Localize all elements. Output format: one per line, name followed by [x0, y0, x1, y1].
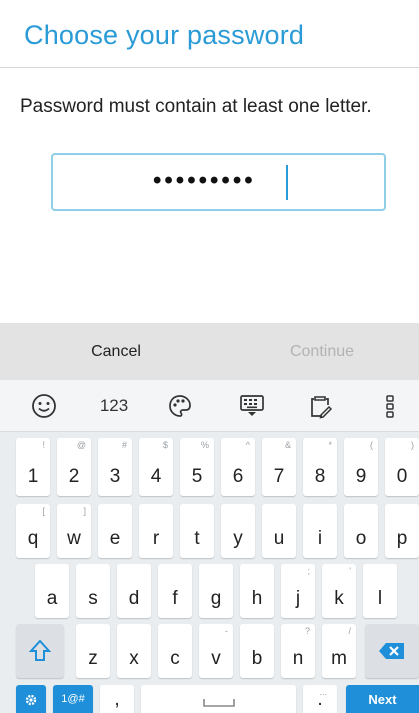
shift-icon [28, 639, 52, 661]
symbols-key[interactable]: 1@# [53, 685, 93, 713]
space-bar-icon [202, 699, 235, 707]
key-w[interactable]: ] w [57, 504, 91, 558]
key-5[interactable]: % 5 [180, 438, 214, 496]
more-options-icon[interactable] [370, 390, 410, 422]
keyboard-toolbar: 123 [0, 380, 419, 432]
key-g[interactable]: g [199, 564, 233, 618]
key-t[interactable]: t [180, 504, 214, 558]
comma-key[interactable]: , [100, 685, 134, 713]
cancel-button[interactable]: Cancel [56, 323, 176, 380]
backspace-icon [379, 643, 404, 659]
key-v[interactable]: -v [199, 624, 233, 678]
palette-icon[interactable] [160, 390, 200, 422]
page-title: Choose your password [24, 20, 305, 50]
key-m[interactable]: / m [322, 624, 356, 678]
key-f[interactable]: f [158, 564, 192, 618]
key-k[interactable]: ' k [322, 564, 356, 618]
space-key[interactable] [141, 685, 296, 713]
next-key[interactable]: Next [346, 685, 419, 713]
key-8[interactable]: * 8 [303, 438, 337, 496]
shift-key[interactable] [16, 624, 64, 678]
key-7[interactable]: & 7 [262, 438, 296, 496]
key-x[interactable]: x [117, 624, 151, 678]
key-j[interactable]: ; j [281, 564, 315, 618]
key-u[interactable]: u [262, 504, 296, 558]
key-y[interactable]: y [221, 504, 255, 558]
continue-button[interactable]: Continue [262, 323, 382, 380]
clipboard-icon[interactable] [300, 390, 340, 422]
key-b[interactable]: b [240, 624, 274, 678]
backspace-key[interactable] [365, 624, 419, 678]
text-caret [286, 165, 288, 200]
gear-icon [25, 694, 37, 706]
key-h[interactable]: h [240, 564, 274, 618]
action-bar: Cancel Continue [0, 323, 419, 380]
key-s[interactable]: s [76, 564, 110, 618]
key-3[interactable]: #3 [98, 438, 132, 496]
app-header: Choose your password [0, 0, 419, 68]
key-i[interactable]: i [303, 504, 337, 558]
key-0[interactable]: ) 0 [385, 438, 419, 496]
key-z[interactable]: z [76, 624, 110, 678]
soft-keyboard: 123 ! 1 @2 #3 $4 % 5 ^ 6 & 7 * 8 (9 ) 0 [q ] w … [0, 380, 419, 713]
key-o[interactable]: o [344, 504, 378, 558]
key-6[interactable]: ^ 6 [221, 438, 255, 496]
key-r[interactable]: r [139, 504, 173, 558]
key-4[interactable]: $4 [139, 438, 173, 496]
password-input[interactable]: ••••••••• [51, 153, 386, 211]
keyboard-hide-icon[interactable] [232, 390, 272, 422]
key-a[interactable]: a [35, 564, 69, 618]
key-q[interactable]: [q [16, 504, 50, 558]
emoji-icon[interactable] [24, 390, 64, 422]
key-2[interactable]: @2 [57, 438, 91, 496]
key-n[interactable]: ? n [281, 624, 315, 678]
key-l[interactable]: l [363, 564, 397, 618]
period-key[interactable]: .... [303, 685, 337, 713]
key-d[interactable]: d [117, 564, 151, 618]
key-p[interactable]: p [385, 504, 419, 558]
key-c[interactable]: c [158, 624, 192, 678]
numbers-mode-button[interactable]: 123 [94, 390, 134, 422]
key-9[interactable]: (9 [344, 438, 378, 496]
password-requirement-message: Password must contain at least one lette… [20, 96, 372, 117]
key-e[interactable]: e [98, 504, 132, 558]
key-1[interactable]: ! 1 [16, 438, 50, 496]
settings-key[interactable] [16, 685, 46, 713]
password-masked-value: ••••••••• [153, 167, 256, 194]
